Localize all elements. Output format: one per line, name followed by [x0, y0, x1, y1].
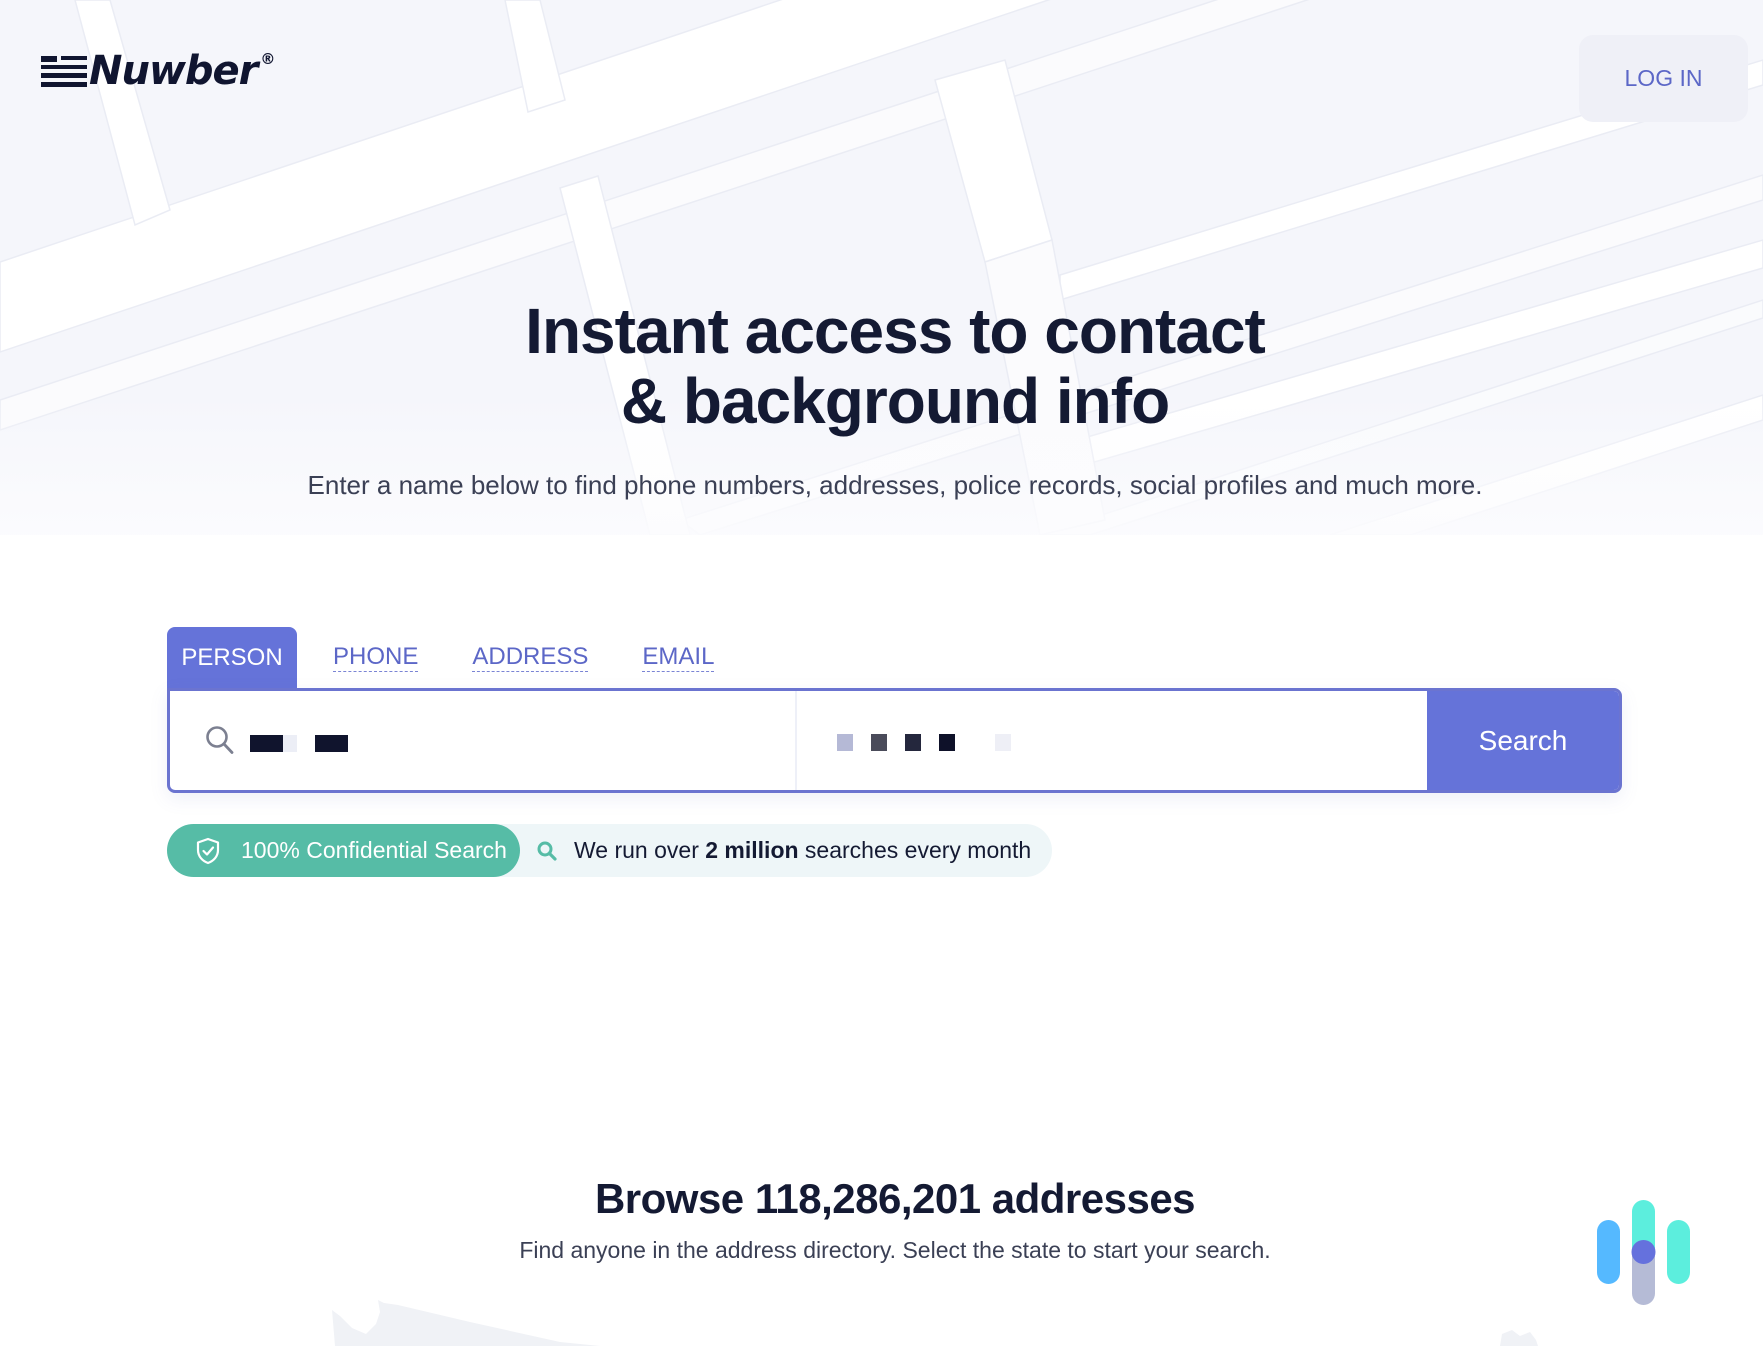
stat-suffix: searches every month	[798, 837, 1032, 863]
trust-badges: 100% Confidential Search We run over 2 m…	[167, 824, 1052, 877]
location-field[interactable]	[797, 691, 1427, 790]
hero-title: Instant access to contact & background i…	[0, 296, 1763, 436]
confidential-badge: 100% Confidential Search	[167, 824, 520, 877]
search-form: Search	[167, 688, 1622, 793]
tab-label: EMAIL	[642, 643, 715, 672]
search-type-tabs: PERSON PHONE ADDRESS EMAIL	[167, 627, 715, 689]
stat-highlight: 2 million	[705, 837, 799, 863]
login-button[interactable]: LOG IN	[1579, 35, 1748, 122]
floating-widget-icon[interactable]	[1590, 1195, 1700, 1311]
tab-label: ADDRESS	[472, 643, 589, 672]
tab-label: PERSON	[181, 643, 283, 671]
search-button[interactable]: Search	[1427, 691, 1619, 790]
registered-mark: ®	[260, 50, 276, 68]
name-field[interactable]	[170, 691, 797, 790]
stat-prefix: We run over	[574, 837, 706, 863]
map-state-shape	[1500, 1330, 1538, 1346]
flag-stripes-icon	[41, 56, 87, 87]
search-icon	[537, 841, 557, 861]
hero-title-line1: Instant access to contact	[525, 295, 1266, 367]
nuwber-logo[interactable]: Nuwber ®	[41, 48, 275, 94]
hero-subtitle: Enter a name below to find phone numbers…	[307, 470, 1483, 500]
confidential-label: 100% Confidential Search	[241, 837, 507, 863]
tab-person[interactable]: PERSON	[167, 627, 297, 689]
us-map-partial	[332, 1300, 1538, 1346]
tab-label: PHONE	[333, 643, 419, 672]
browse-title: Browse 118,286,201 addresses	[594, 1175, 1196, 1222]
map-road	[74, 0, 171, 227]
browse-subtitle: Find anyone in the address directory. Se…	[519, 1237, 1271, 1263]
logo-wordmark: Nuwber	[89, 48, 258, 94]
tab-email[interactable]: EMAIL	[642, 627, 715, 689]
widget-bar-right	[1667, 1220, 1690, 1284]
tab-phone[interactable]: PHONE	[333, 627, 419, 689]
widget-bar-left	[1597, 1220, 1620, 1284]
shield-check-icon	[196, 837, 220, 864]
searches-stat-badge: We run over 2 million searches every mon…	[492, 824, 1052, 877]
widget-dot	[1631, 1240, 1656, 1264]
map-state-shape	[332, 1300, 600, 1346]
stat-text: We run over 2 million searches every mon…	[574, 837, 1031, 864]
hero-title-line2: & background info	[620, 365, 1170, 437]
tab-address[interactable]: ADDRESS	[472, 627, 589, 689]
